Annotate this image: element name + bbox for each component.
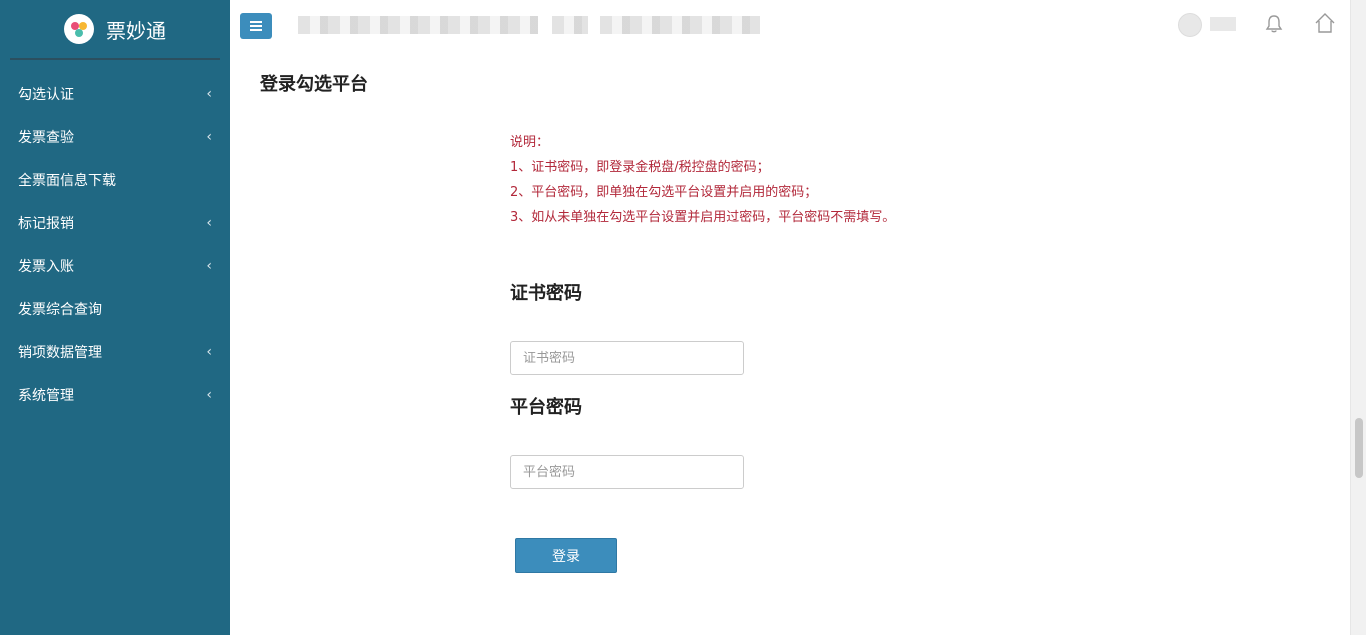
avatar[interactable] (1178, 13, 1202, 37)
instruction-line: 1、证书密码，即登录金税盘/税控盘的密码； (510, 160, 770, 175)
scrollbar-thumb[interactable] (1355, 418, 1363, 478)
sidebar-item-gouxuan-renzheng[interactable]: 勾选认证 ‹ (0, 72, 230, 115)
vertical-scrollbar[interactable] (1350, 0, 1366, 635)
menu-toggle-button[interactable] (240, 13, 272, 39)
chevron-left-icon: ‹ (206, 85, 212, 102)
chevron-left-icon: ‹ (206, 257, 212, 274)
brand-name: 票妙通 (106, 18, 166, 43)
menu-icon (250, 21, 262, 31)
redacted-text (552, 16, 588, 34)
page-title: 登录勾选平台 (260, 74, 368, 95)
sidebar-item-fapiao-ruzhang[interactable]: 发票入账 ‹ (0, 244, 230, 287)
logo-icon (64, 14, 94, 44)
platform-password-input[interactable] (510, 455, 744, 489)
chevron-left-icon: ‹ (206, 386, 212, 403)
login-button[interactable]: 登录 (515, 538, 617, 573)
sidebar-item-biaoji-baoxiao[interactable]: 标记报销 ‹ (0, 201, 230, 244)
instruction-line: 2、平台密码，即单独在勾选平台设置并启用的密码； (510, 185, 818, 200)
cert-password-input[interactable] (510, 341, 744, 375)
sidebar-nav: 勾选认证 ‹ 发票查验 ‹ 全票面信息下载 标记报销 ‹ 发票入账 ‹ 发票综合查询 销… (0, 72, 230, 416)
home-icon[interactable] (1314, 12, 1336, 34)
instruction-line: 3、如从未单独在勾选平台设置并启用过密码，平台密码不需填写。 (510, 210, 896, 225)
redacted-company-name (298, 16, 538, 34)
sidebar-item-xiaoxiang-guanli[interactable]: 销项数据管理 ‹ (0, 330, 230, 373)
sidebar: 票妙通 勾选认证 ‹ 发票查验 ‹ 全票面信息下载 标记报销 ‹ 发票入账 ‹ 发票综合… (0, 0, 230, 635)
instructions-heading: 说明： (510, 135, 550, 150)
sidebar-item-xitong-guanli[interactable]: 系统管理 ‹ (0, 373, 230, 416)
brand: 票妙通 (10, 0, 220, 60)
chevron-left-icon: ‹ (206, 128, 212, 145)
sidebar-item-quanpiaomian-xiazai[interactable]: 全票面信息下载 (0, 158, 230, 201)
platform-password-label: 平台密码 (510, 397, 582, 418)
top-header (230, 0, 1350, 52)
redacted-tax-id (600, 16, 760, 34)
instructions: 说明： 1、证书密码，即登录金税盘/税控盘的密码； 2、平台密码，即单独在勾选平… (510, 130, 895, 230)
sidebar-item-fapiao-chayan[interactable]: 发票查验 ‹ (0, 115, 230, 158)
redacted-username[interactable] (1210, 17, 1236, 31)
chevron-left-icon: ‹ (206, 214, 212, 231)
chevron-left-icon: ‹ (206, 343, 212, 360)
cert-password-label: 证书密码 (510, 283, 582, 304)
bell-icon[interactable] (1264, 14, 1284, 34)
sidebar-item-zonghe-chaxun[interactable]: 发票综合查询 (0, 287, 230, 330)
